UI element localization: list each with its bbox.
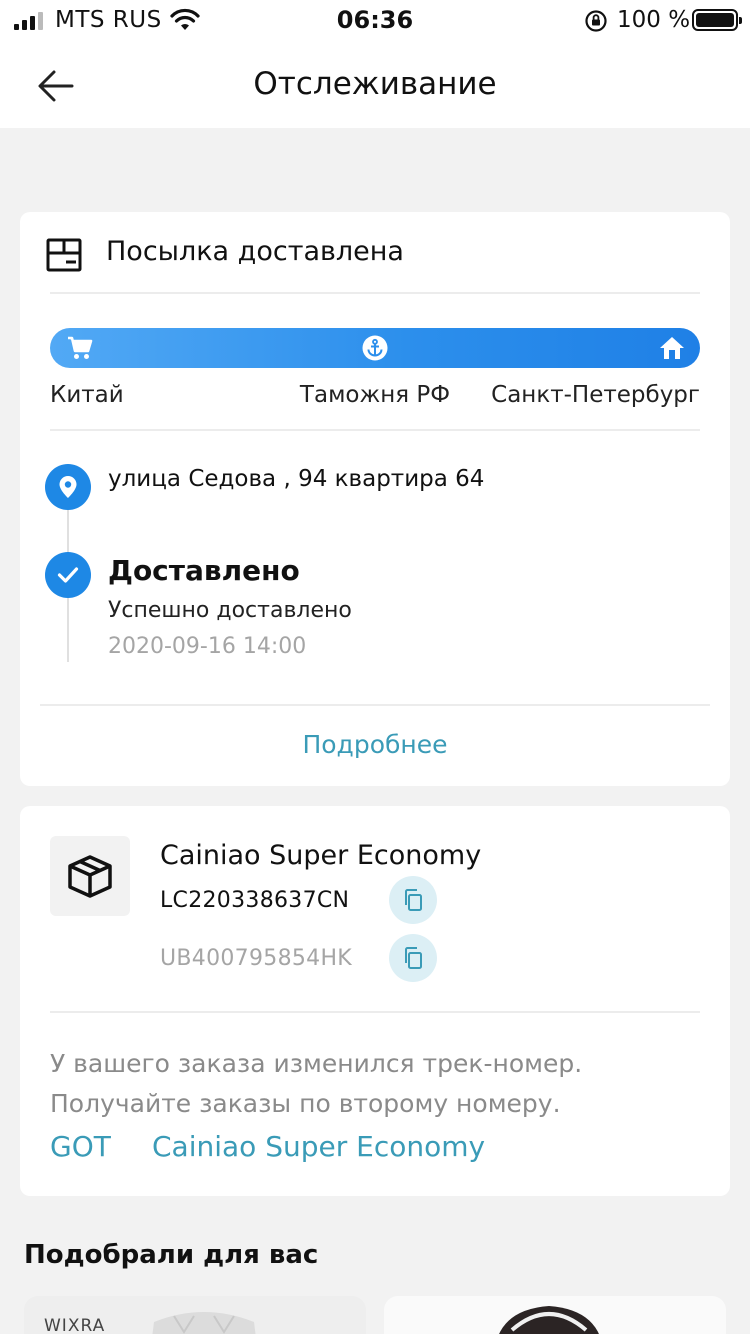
product-image bbox=[152, 1312, 256, 1334]
copy-icon bbox=[405, 889, 422, 911]
product-image bbox=[499, 1306, 599, 1334]
event-timestamp: 2020-09-16 14:00 bbox=[108, 634, 307, 659]
battery-percent: 100 % bbox=[617, 7, 691, 33]
carrier-name: Cainiao Super Economy bbox=[160, 840, 482, 871]
divider bbox=[50, 429, 700, 431]
delivery-address: улица Седова , 94 квартира 64 bbox=[108, 466, 485, 492]
divider bbox=[50, 292, 700, 294]
status-bar: MTS RUS 06:36 100 % bbox=[0, 0, 750, 42]
carrier-link[interactable]: Cainiao Super Economy bbox=[152, 1130, 485, 1163]
page-title: Отслеживание bbox=[253, 66, 497, 102]
home-icon bbox=[660, 337, 684, 359]
tracking-number-primary: LC220338637CN bbox=[160, 888, 350, 913]
copy-tracking-button[interactable] bbox=[389, 876, 437, 924]
copy-tracking-button[interactable] bbox=[389, 934, 437, 982]
event-title: Доставлено bbox=[108, 554, 300, 587]
product-brand: WIXRA bbox=[44, 1316, 106, 1334]
nav-header: Отслеживание bbox=[0, 42, 750, 128]
recommendations-heading: Подобрали для вас bbox=[24, 1240, 319, 1270]
carrier-card: Cainiao Super Economy LC220338637CN UB40… bbox=[20, 806, 730, 1196]
event-description: Успешно доставлено bbox=[108, 598, 352, 623]
orientation-lock-icon bbox=[585, 10, 607, 32]
stage-label-destination: Санкт-Петербург bbox=[491, 382, 700, 408]
location-marker bbox=[45, 464, 91, 510]
more-details-link[interactable]: Подробнее bbox=[20, 730, 730, 759]
delivered-marker bbox=[45, 552, 91, 598]
checkmark-icon bbox=[57, 567, 79, 583]
product-card[interactable] bbox=[384, 1296, 726, 1334]
tracking-number-secondary: UB400795854HK bbox=[160, 946, 353, 971]
product-card[interactable]: WIXRA bbox=[24, 1296, 366, 1334]
battery-icon bbox=[692, 9, 742, 31]
tracking-change-notice: У вашего заказа изменился трек-номер. По… bbox=[50, 1049, 583, 1118]
parcel-box-icon bbox=[46, 238, 82, 272]
got-link[interactable]: GOT bbox=[50, 1130, 111, 1163]
divider bbox=[40, 704, 710, 706]
delivery-status-title: Посылка доставлена bbox=[106, 236, 404, 267]
delivery-progress-bar bbox=[50, 328, 700, 368]
customs-anchor-icon bbox=[362, 335, 388, 361]
divider bbox=[50, 1011, 700, 1013]
package-icon bbox=[68, 855, 112, 898]
cart-icon bbox=[68, 336, 93, 359]
map-pin-icon bbox=[59, 476, 77, 498]
tracking-card: Посылка доставлена Китай Таможня РФ Санк… bbox=[20, 212, 730, 786]
copy-icon bbox=[405, 947, 422, 969]
carrier-logo bbox=[50, 836, 130, 916]
